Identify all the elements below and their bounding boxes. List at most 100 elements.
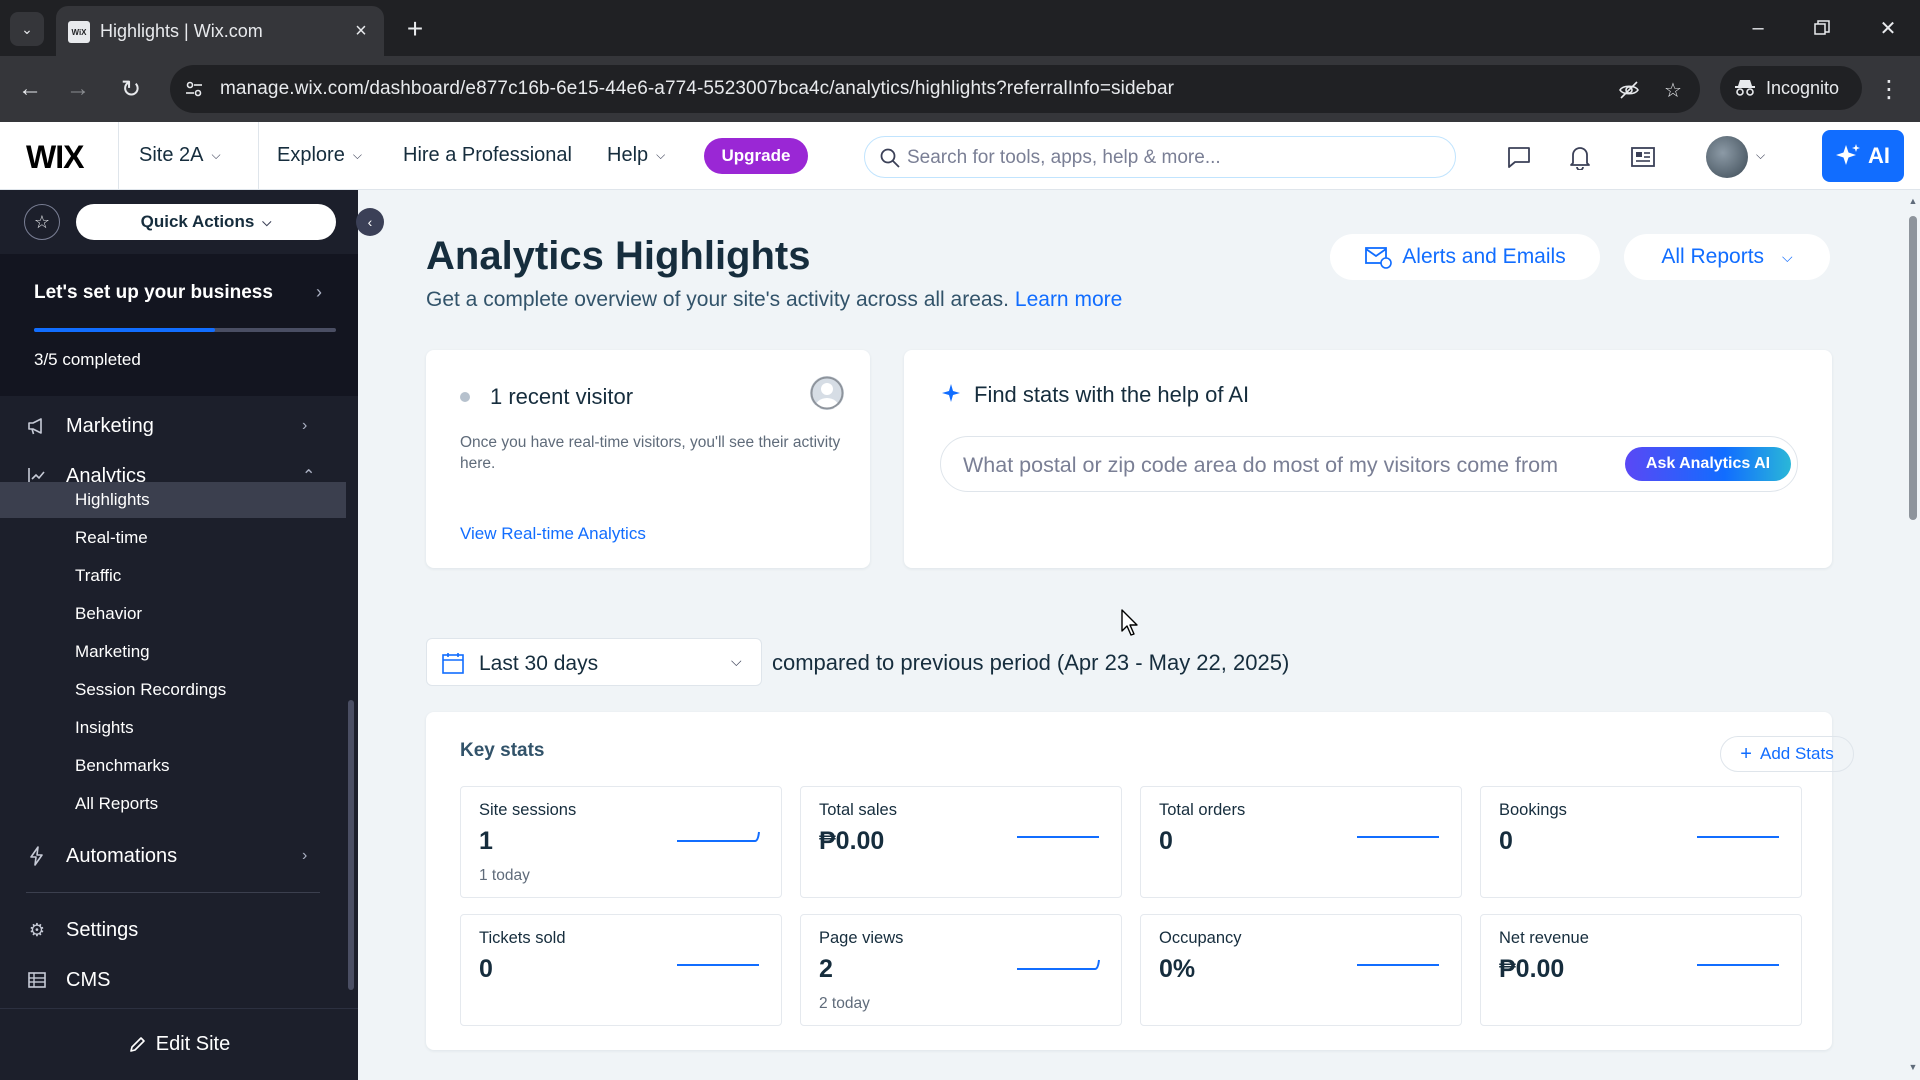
sidebar-subitem-benchmarks[interactable]: Benchmarks [0, 748, 346, 784]
add-stats-button[interactable]: + Add Stats [1720, 736, 1854, 772]
ai-label: AI [1868, 143, 1890, 168]
sidebar-subitem-highlights[interactable]: Highlights [0, 482, 346, 518]
edit-site-button[interactable]: Edit Site [0, 1008, 358, 1080]
help-menu[interactable]: Help ⌵ [607, 144, 665, 167]
sidebar-subitem-label: Behavior [75, 604, 143, 623]
sidebar-subitem-marketing[interactable]: Marketing [0, 634, 346, 670]
chat-icon[interactable] [1504, 142, 1534, 172]
view-realtime-link[interactable]: View Real-time Analytics [460, 524, 646, 544]
sidebar-subitem-label: Benchmarks [75, 756, 170, 775]
wix-logo[interactable]: WIX [26, 139, 84, 176]
learn-more-link[interactable]: Learn more [1015, 288, 1122, 311]
forward-icon[interactable]: → [60, 71, 96, 107]
sparkline [677, 831, 760, 842]
hire-professional-link[interactable]: Hire a Professional [403, 144, 572, 167]
all-reports-button[interactable]: All Reports ⌵ [1624, 234, 1830, 280]
sidebar-subitem-insights[interactable]: Insights [0, 710, 346, 746]
incognito-badge[interactable]: Incognito [1720, 66, 1862, 110]
sidebar-item-automations[interactable]: Automations › [0, 834, 346, 878]
upgrade-button[interactable]: Upgrade [704, 138, 808, 174]
key-stats-title: Key stats [460, 740, 545, 761]
explore-menu[interactable]: Explore ⌵ [277, 144, 362, 167]
scroll-up-icon[interactable]: ▲ [1908, 196, 1918, 206]
page-scrollbar[interactable]: ▲ ▼ [1906, 190, 1920, 1080]
date-range-select[interactable]: Last 30 days ⌵ [426, 638, 762, 686]
star-icon[interactable]: ☆ [24, 204, 60, 240]
quick-actions-button[interactable]: Quick Actions ⌵ [76, 204, 336, 240]
setup-checklist[interactable]: Let's set up your business › 3/5 complet… [0, 254, 358, 396]
sidebar-item-settings[interactable]: ⚙ Settings [0, 908, 346, 952]
sidebar-scrollbar[interactable] [348, 700, 354, 990]
sparkline [1017, 836, 1099, 838]
stat-card-occupancy[interactable]: Occupancy 0% [1140, 914, 1462, 1026]
stat-card-total-sales[interactable]: Total sales ₱0.00 [800, 786, 1122, 898]
sidebar-subitem-label: Insights [75, 718, 134, 737]
close-tab-icon[interactable]: × [348, 18, 374, 44]
chevron-down-icon: ⌵ [262, 214, 272, 229]
pencil-icon [129, 1036, 145, 1052]
stat-card-net-revenue[interactable]: Net revenue ₱0.00 [1480, 914, 1802, 1026]
site-selector[interactable]: Site 2A ⌵ [139, 144, 221, 167]
news-icon[interactable] [1628, 142, 1658, 172]
sidebar-subitem-label: Marketing [75, 642, 150, 661]
sparkline [1357, 836, 1439, 838]
back-icon[interactable]: ← [12, 71, 48, 107]
hire-label: Hire a Professional [403, 144, 572, 166]
alerts-label: Alerts and Emails [1402, 245, 1566, 268]
search-input[interactable] [907, 146, 1437, 170]
stat-card-page-views[interactable]: Page views 2 2 today [800, 914, 1122, 1026]
scrollbar-thumb[interactable] [1909, 216, 1917, 520]
sidebar-item-marketing[interactable]: Marketing › [0, 404, 346, 448]
address-bar[interactable]: manage.wix.com/dashboard/e877c16b-6e15-4… [170, 65, 1700, 113]
browser-menu-icon[interactable]: ⋮ [1874, 71, 1904, 107]
tab-search-chevron-icon[interactable]: ⌄ [10, 12, 44, 46]
chevron-down-icon: ⌵ [731, 653, 742, 669]
collapse-sidebar-icon[interactable]: ‹ [356, 208, 384, 236]
stat-value: 0 [1499, 827, 1513, 855]
browser-tab[interactable]: WiX Highlights | Wix.com × [56, 6, 384, 56]
visitor-description: Once you have real-time visitors, you'll… [460, 434, 841, 472]
date-range-value: Last 30 days [479, 652, 599, 675]
sparkline [677, 964, 759, 966]
bookmark-star-icon[interactable]: ☆ [1660, 77, 1686, 103]
compare-period-text: compared to previous period (Apr 23 - Ma… [772, 650, 1290, 675]
mail-bell-icon [1365, 247, 1393, 269]
tab-title: Highlights | Wix.com [100, 21, 263, 41]
sidebar-subitem-real-time[interactable]: Real-time [0, 520, 346, 556]
stat-label: Total orders [1159, 801, 1246, 819]
chevron-down-icon[interactable]: ⌵ [1756, 148, 1765, 163]
search-box[interactable] [864, 136, 1456, 178]
avatar[interactable] [1706, 136, 1748, 178]
ask-analytics-ai-button[interactable]: Ask Analytics AI [1625, 447, 1791, 481]
minimize-icon[interactable]: – [1738, 10, 1778, 46]
close-window-icon[interactable]: ✕ [1868, 10, 1908, 46]
ai-question-input[interactable] [963, 451, 1613, 479]
sidebar-subitem-traffic[interactable]: Traffic [0, 558, 346, 594]
alerts-and-emails-button[interactable]: Alerts and Emails [1330, 234, 1600, 280]
chevron-right-icon: › [302, 847, 308, 864]
sidebar-subitem-all-reports[interactable]: All Reports [0, 786, 346, 822]
sidebar-subitem-label: Real-time [75, 528, 148, 547]
stat-card-bookings[interactable]: Bookings 0 [1480, 786, 1802, 898]
eye-off-icon[interactable] [1616, 77, 1642, 103]
restore-icon[interactable] [1802, 10, 1842, 46]
sidebar-item-cms[interactable]: CMS [0, 958, 346, 1002]
new-tab-icon[interactable]: + [398, 12, 432, 46]
page-subtitle: Get a complete overview of your site's a… [426, 288, 1122, 312]
ai-question-box[interactable]: Ask Analytics AI [940, 436, 1798, 492]
site-info-icon[interactable] [182, 77, 206, 101]
stat-card-total-orders[interactable]: Total orders 0 [1140, 786, 1462, 898]
key-stats-card: Key stats + Add Stats Site sessions 1 1 … [426, 712, 1854, 1050]
sidebar-item-label: Automations [66, 844, 178, 867]
reload-icon[interactable]: ↻ [113, 71, 149, 107]
sidebar-subitem-session-recordings[interactable]: Session Recordings [0, 672, 346, 708]
stat-card-site-sessions[interactable]: Site sessions 1 1 today [460, 786, 782, 898]
site-name: Site 2A [139, 144, 204, 166]
sparkle-icon [942, 384, 960, 402]
scroll-down-icon[interactable]: ▼ [1908, 1062, 1918, 1072]
sidebar-subitem-behavior[interactable]: Behavior [0, 596, 346, 632]
ai-assistant-button[interactable]: AI [1822, 130, 1904, 182]
bell-icon[interactable] [1565, 142, 1595, 172]
stat-card-tickets-sold[interactable]: Tickets sold 0 [460, 914, 782, 1026]
visitor-title: 1 recent visitor [490, 384, 634, 409]
